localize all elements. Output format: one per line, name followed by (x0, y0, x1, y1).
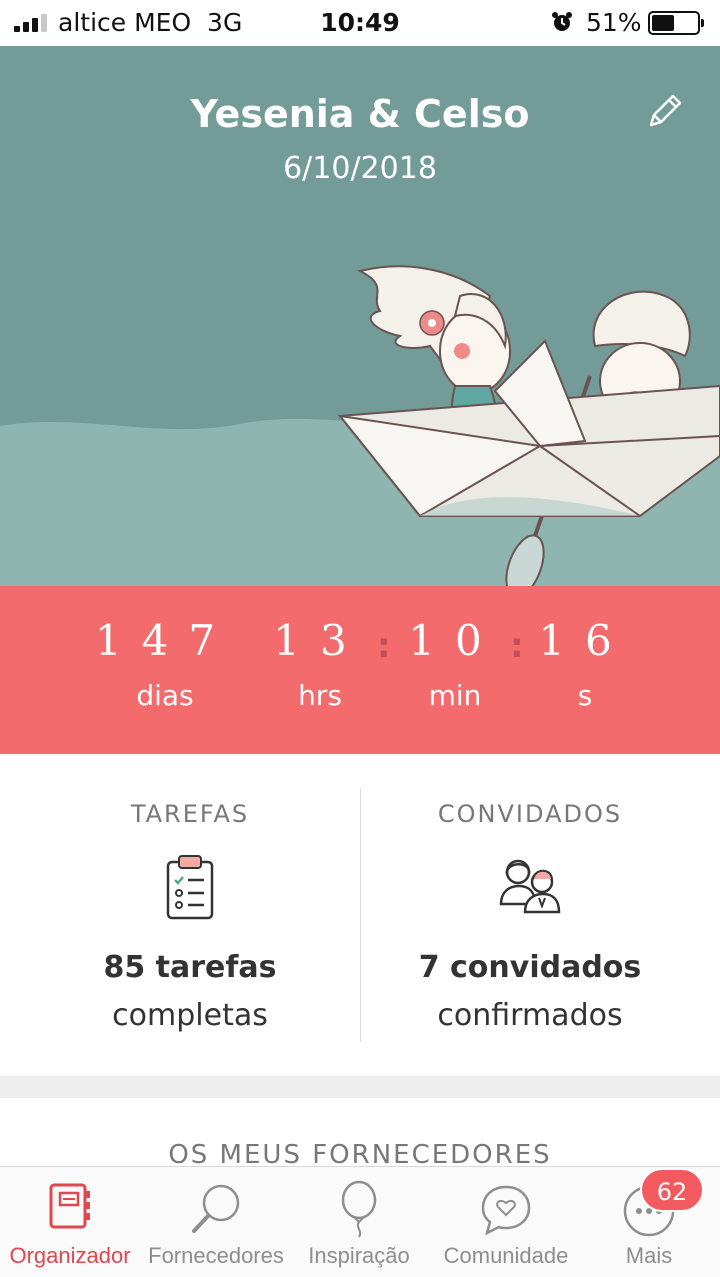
tasks-title: TAREFAS (130, 800, 250, 828)
tab-comunidade[interactable]: Comunidade (436, 1167, 576, 1277)
hero-banner: Yesenia & Celso 6/10/2018 (0, 46, 720, 586)
countdown-separator: : (377, 626, 391, 666)
network-type: 3G (207, 8, 243, 37)
countdown-days: 147 dias (90, 616, 240, 712)
tab-label: Fornecedores (148, 1243, 284, 1268)
seconds-label: s (577, 679, 593, 712)
minutes-value: 10 (408, 616, 502, 665)
days-value: 147 (94, 616, 236, 665)
magnifier-icon (192, 1184, 240, 1233)
days-label: dias (136, 679, 194, 712)
guests-card[interactable]: CONVIDADOS 7 convidados confirmados (350, 754, 710, 1076)
tab-label: Mais (625, 1243, 673, 1268)
tasks-count: 85 tarefas (103, 950, 277, 985)
couple-names: Yesenia & Celso (190, 92, 530, 136)
guests-count: 7 convidados (418, 950, 642, 985)
guests-subtitle: confirmados (437, 998, 623, 1033)
planner-book-icon (49, 1183, 90, 1229)
status-bar: altice MEO 3G 10:49 51% (0, 0, 720, 46)
hours-value: 13 (273, 616, 367, 665)
battery-percentage: 51% (586, 8, 642, 37)
tab-label: Organizador (9, 1243, 131, 1268)
wedding-date: 6/10/2018 (283, 151, 437, 186)
carrier-name: altice MEO 3G (58, 8, 243, 37)
tasks-card[interactable]: TAREFAS 85 tarefas completas (10, 754, 370, 1076)
tab-fornecedores[interactable]: Fornecedores (146, 1167, 286, 1277)
bottom-tab-bar: Organizador Fornecedores Inspiração Comu… (0, 1166, 720, 1277)
minutes-label: min (428, 679, 482, 712)
alarm-clock-icon (552, 12, 572, 31)
tasks-subtitle: completas (112, 998, 268, 1033)
hours-label: hrs (298, 679, 342, 712)
clipboard-checklist-icon (166, 855, 214, 920)
countdown-hours: 13 hrs (265, 616, 375, 712)
couple-guests-icon (499, 859, 561, 914)
notification-badge: 62 (640, 1168, 704, 1212)
tab-label: Comunidade (443, 1243, 569, 1268)
stats-section: TAREFAS 85 tarefas completas CONVIDADOS … (0, 754, 720, 1076)
wedding-countdown: 147 dias 13 hrs : 10 min : 16 s (0, 586, 720, 754)
guests-title: CONVIDADOS (437, 800, 623, 828)
pencil-icon (649, 94, 682, 127)
seconds-value: 16 (538, 616, 632, 665)
section-separator (0, 1076, 720, 1098)
tab-inspiracao[interactable]: Inspiração (296, 1167, 422, 1277)
countdown-seconds: 16 s (530, 616, 640, 712)
countdown-separator: : (510, 626, 524, 666)
chat-heart-icon (481, 1185, 531, 1236)
countdown-minutes: 10 min (400, 616, 510, 712)
tab-label: Inspiração (308, 1243, 410, 1268)
battery-icon (648, 11, 704, 35)
signal-strength-icon (14, 14, 47, 32)
edit-button[interactable] (640, 86, 690, 136)
tab-organizador[interactable]: Organizador (0, 1167, 140, 1277)
balloon-icon (341, 1181, 377, 1238)
